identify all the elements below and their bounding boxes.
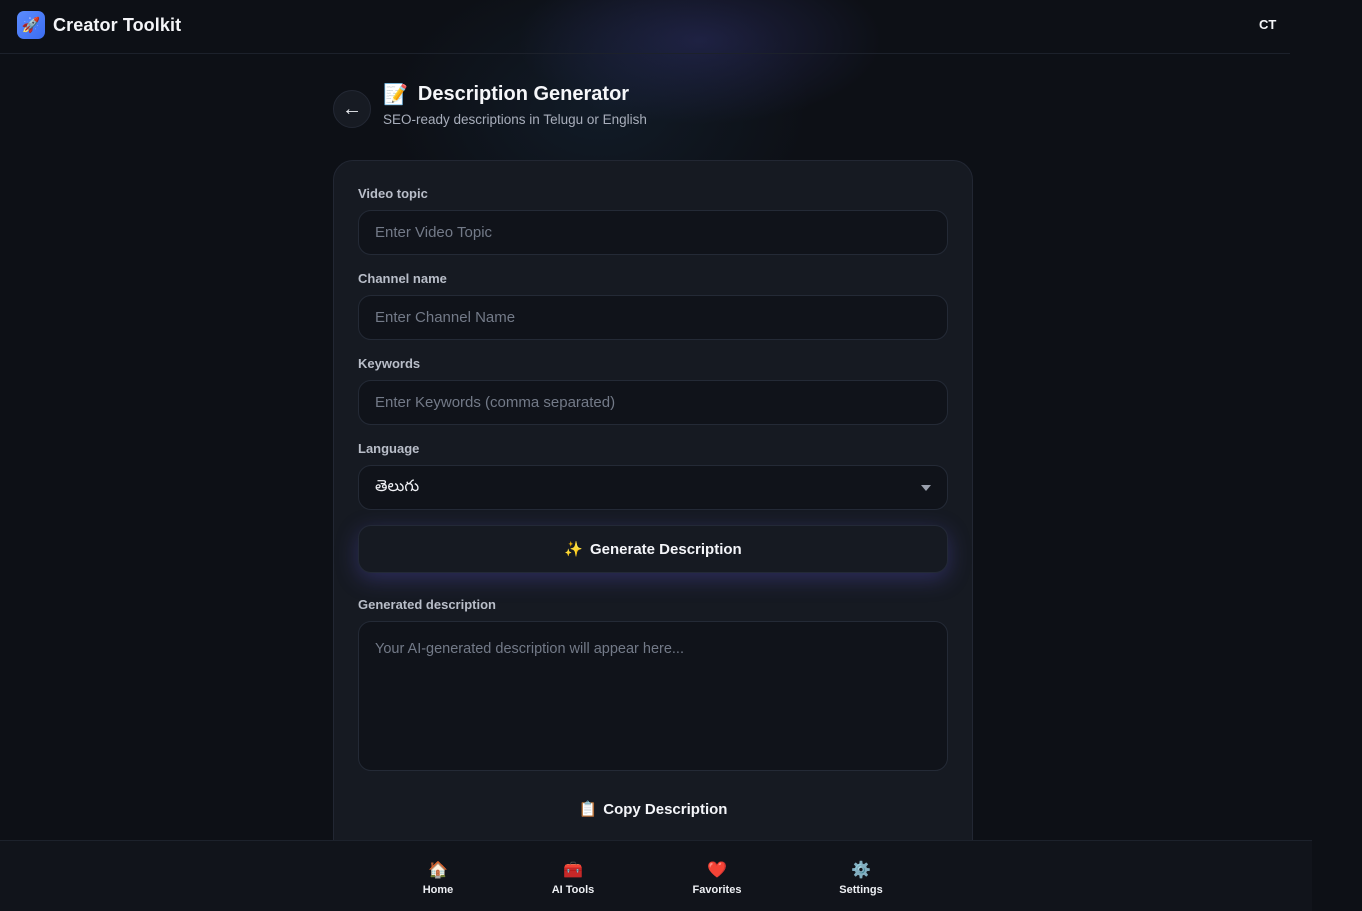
brand-name: Creator Toolkit: [53, 14, 182, 35]
top-bar: 🚀 Creator Toolkit CT: [0, 0, 1290, 54]
nav-label-favorites: Favorites: [692, 884, 742, 896]
heart-icon: ❤️: [707, 862, 727, 879]
house-icon: 🏠: [428, 862, 448, 879]
keywords-label: Keywords: [358, 356, 421, 371]
arrow-left-icon: ←: [342, 97, 362, 120]
back-button[interactable]: ←: [333, 90, 371, 128]
copy-description-label: Copy Description: [603, 800, 728, 818]
generated-description-label: Generated description: [358, 597, 496, 612]
nav-label-home: Home: [422, 884, 454, 896]
language-label: Language: [358, 441, 420, 456]
avatar[interactable]: CT: [1259, 17, 1276, 32]
chevron-down-icon: [921, 484, 931, 491]
memo-icon: 📝: [383, 84, 408, 106]
generated-description-output[interactable]: [358, 621, 948, 771]
nav-label-settings: Settings: [839, 884, 883, 896]
bottom-nav: 🏠 Home 🧰 AI Tools ❤️ Favorites ⚙️ Settin…: [0, 840, 1312, 911]
copy-description-button[interactable]: 📋 Copy Description: [358, 789, 948, 829]
channel-name-input[interactable]: [358, 295, 948, 340]
video-topic-input[interactable]: [358, 210, 948, 255]
nav-item-settings[interactable]: ⚙️ Settings: [816, 861, 906, 896]
video-topic-label: Video topic: [358, 186, 428, 201]
nav-label-ai-tools: AI Tools: [551, 884, 595, 896]
page-title-text: Description Generator: [417, 83, 630, 105]
generate-description-label: Generate Description: [589, 540, 742, 558]
nav-item-favorites[interactable]: ❤️ Favorites: [672, 861, 762, 896]
page-subtitle: SEO-ready descriptions in Telugu or Engl…: [383, 112, 647, 127]
toolbox-icon: 🧰: [563, 862, 583, 879]
brand[interactable]: 🚀 Creator Toolkit: [17, 11, 181, 39]
gear-icon: ⚙️: [851, 862, 871, 879]
generate-description-button[interactable]: ✨ Generate Description: [358, 525, 948, 573]
channel-name-label: Channel name: [358, 271, 447, 286]
language-selected-value: తెలుగు: [375, 476, 420, 495]
keywords-input[interactable]: [358, 380, 948, 425]
page-title: 📝 Description Generator: [383, 82, 629, 107]
language-select[interactable]: తెలుగు: [358, 465, 948, 510]
rocket-icon: 🚀: [17, 11, 45, 39]
generator-form-card: Video topic Channel name Keywords Langua…: [333, 160, 973, 860]
clipboard-icon: 📋: [578, 801, 598, 818]
nav-item-home[interactable]: 🏠 Home: [393, 861, 483, 896]
nav-item-ai-tools[interactable]: 🧰 AI Tools: [528, 861, 618, 896]
sparkles-icon: ✨: [564, 541, 583, 558]
